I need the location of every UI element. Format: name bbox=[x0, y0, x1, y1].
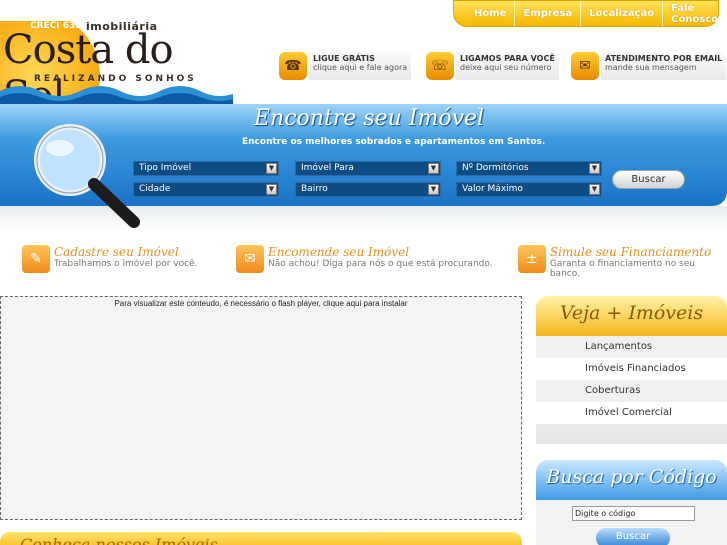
select-valor-maximo-value: Valor Máximo bbox=[462, 184, 523, 194]
select-imovel-para-value: Imóvel Para bbox=[301, 163, 354, 173]
top-nav: Home Empresa Localização Fale Conosco bbox=[453, 0, 719, 27]
contact-subtitle: clique aqui e fale agora bbox=[313, 63, 408, 72]
contact-title: ATENDIMENTO POR EMAIL bbox=[605, 54, 723, 63]
code-input[interactable]: Digite o código bbox=[572, 506, 695, 521]
bottom-section-title: Conheça nossos Imóveis bbox=[20, 535, 218, 545]
search-subtitle: Encontre os melhores sobrados e apartame… bbox=[242, 137, 546, 147]
contact-text: LIGUE GRÁTIS clique aqui e fale agora bbox=[309, 52, 412, 80]
feature-title: Encomende seu Imóvel bbox=[268, 245, 410, 259]
flash-placeholder[interactable]: Para visualizar este conteudo, é necessá… bbox=[0, 296, 522, 520]
veja-imoveis-title: Veja + Imóveis bbox=[559, 302, 704, 324]
contact-ligamos[interactable]: ☏ LIGAMOS PARA VOCÊ deixe aqui seu númer… bbox=[426, 51, 559, 81]
callback-phone-icon: ☏ bbox=[426, 52, 454, 80]
edit-icon: ✎ bbox=[22, 245, 50, 273]
select-tipo-imovel[interactable]: Tipo Imóvel ▼ bbox=[133, 161, 279, 176]
page: CRECI 63238 imobiliária Costa do Sol REA… bbox=[0, 0, 727, 545]
phone-icon: ☎ bbox=[279, 52, 307, 80]
feature-title: Cadastre seu Imóvel bbox=[54, 245, 179, 259]
chevron-down-icon: ▼ bbox=[428, 163, 439, 174]
veja-imoveis-list: Lançamentos Imóveis Financiados Cobertur… bbox=[536, 336, 727, 444]
logo[interactable]: CRECI 63238 imobiliária Costa do Sol REA… bbox=[0, 21, 233, 104]
feature-simule[interactable]: ± Simule seu Financiamento Garanta o fin… bbox=[518, 245, 727, 279]
nav-fale-conosco[interactable]: Fale Conosco bbox=[662, 1, 726, 26]
chevron-down-icon: ▼ bbox=[589, 184, 600, 195]
contact-title: LIGUE GRÁTIS bbox=[313, 54, 375, 63]
bottom-section-header: Conheça nossos Imóveis bbox=[0, 532, 522, 545]
envelope-icon: ✉ bbox=[236, 245, 264, 273]
select-imovel-para[interactable]: Imóvel Para ▼ bbox=[295, 161, 441, 176]
nav-empresa[interactable]: Empresa bbox=[514, 1, 580, 26]
feature-subtitle: Garanta o financiamento no seu banco. bbox=[549, 259, 695, 279]
chevron-down-icon: ▼ bbox=[266, 184, 277, 195]
search-title: Encontre seu Imóvel bbox=[254, 106, 485, 131]
sidebar-item-coberturas[interactable]: Coberturas bbox=[536, 380, 727, 402]
feature-title: Simule seu Financiamento bbox=[549, 245, 712, 259]
select-dormitorios-value: Nº Dormitórios bbox=[462, 163, 529, 173]
feature-subtitle: Trabalhamos o imóvel por você. bbox=[54, 259, 198, 269]
select-valor-maximo[interactable]: Valor Máximo ▼ bbox=[456, 182, 602, 197]
contact-text: ATENDIMENTO POR EMAIL mande sua mensagem bbox=[601, 52, 727, 80]
sidebar-item-financiados[interactable]: Imóveis Financiados bbox=[536, 358, 727, 380]
feature-subtitle: Não achou! Diga para nós o que está proc… bbox=[268, 259, 493, 269]
chevron-down-icon: ▼ bbox=[266, 163, 277, 174]
search-button[interactable]: Buscar bbox=[612, 170, 685, 189]
feature-cadastre[interactable]: ✎ Cadastre seu Imóvel Trabalhamos o imóv… bbox=[22, 245, 198, 273]
feature-encomende[interactable]: ✉ Encomende seu Imóvel Não achou! Diga p… bbox=[236, 245, 493, 273]
busca-codigo-title: Busca por Código bbox=[546, 466, 717, 488]
contact-subtitle: deixe aqui seu número bbox=[460, 63, 552, 72]
sidebar-item-lancamentos[interactable]: Lançamentos bbox=[536, 336, 727, 358]
sidebar-item-comercial[interactable]: Imóvel Comercial bbox=[536, 402, 727, 424]
veja-imoveis-header: Veja + Imóveis bbox=[536, 296, 727, 336]
chevron-down-icon: ▼ bbox=[589, 163, 600, 174]
select-cidade[interactable]: Cidade ▼ bbox=[133, 182, 279, 197]
flash-install-message[interactable]: Para visualizar este conteudo, é necessá… bbox=[1, 299, 521, 308]
feature-text: Encomende seu Imóvel Não achou! Diga par… bbox=[268, 245, 493, 273]
waves-graphic bbox=[0, 86, 233, 104]
select-bairro-value: Bairro bbox=[301, 184, 328, 194]
select-cidade-value: Cidade bbox=[139, 184, 171, 194]
calculator-icon: ± bbox=[518, 245, 546, 273]
contact-text: LIGAMOS PARA VOCÊ deixe aqui seu número bbox=[456, 52, 559, 80]
chevron-down-icon: ▼ bbox=[428, 184, 439, 195]
contact-subtitle: mande sua mensagem bbox=[605, 63, 697, 72]
select-tipo-imovel-value: Tipo Imóvel bbox=[139, 163, 192, 173]
code-search-button[interactable]: Buscar bbox=[596, 528, 670, 545]
magnifier-icon bbox=[34, 124, 140, 228]
contact-title: LIGAMOS PARA VOCÊ bbox=[460, 54, 555, 63]
select-bairro[interactable]: Bairro ▼ bbox=[295, 182, 441, 197]
contact-email[interactable]: ✉ ATENDIMENTO POR EMAIL mande sua mensag… bbox=[571, 51, 727, 81]
envelope-icon: ✉ bbox=[571, 52, 599, 80]
busca-codigo-header: Busca por Código bbox=[536, 460, 727, 500]
feature-text: Simule seu Financiamento Garanta o finan… bbox=[550, 245, 727, 279]
select-dormitorios[interactable]: Nº Dormitórios ▼ bbox=[456, 161, 602, 176]
contact-ligue-gratis[interactable]: ☎ LIGUE GRÁTIS clique aqui e fale agora bbox=[279, 51, 412, 81]
nav-home[interactable]: Home bbox=[454, 1, 514, 26]
feature-text: Cadastre seu Imóvel Trabalhamos o imóvel… bbox=[54, 245, 198, 273]
nav-localizacao[interactable]: Localização bbox=[580, 1, 662, 26]
